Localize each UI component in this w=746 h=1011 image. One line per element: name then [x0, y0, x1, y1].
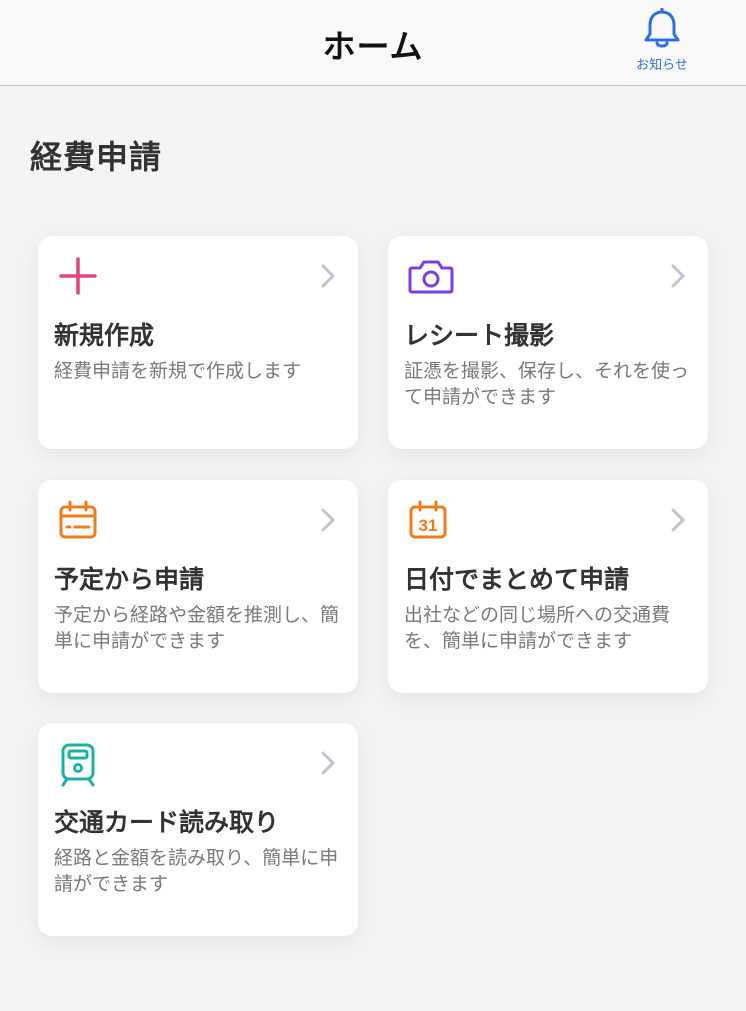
- card-new-expense[interactable]: 新規作成 経費申請を新規で作成します: [38, 236, 358, 449]
- chevron-right-icon: [671, 264, 685, 288]
- app-header: ホーム お知らせ: [0, 0, 746, 86]
- card-transit-card-read[interactable]: 交通カード読み取り 経路と金額を読み取り、簡単に申請ができます: [38, 723, 358, 936]
- bell-icon: [644, 8, 680, 48]
- calendar-icon: [59, 500, 97, 539]
- card-description: 経路と金額を読み取り、簡単に申請ができます: [54, 847, 339, 895]
- card-title: レシート撮影: [404, 321, 555, 350]
- camera-icon: [408, 260, 454, 294]
- calendar-31-text: 31: [419, 516, 438, 535]
- card-from-schedule[interactable]: 予定から申請 予定から経路や金額を推測し、簡単に申請ができます: [38, 480, 358, 693]
- card-batch-by-date[interactable]: 31 日付でまとめて申請 出社などの同じ場所への交通費を、簡単に申請ができます: [388, 480, 708, 693]
- card-title: 予定から申請: [54, 565, 205, 594]
- chevron-right-icon: [321, 751, 335, 775]
- chevron-right-icon: [321, 508, 335, 532]
- section-title: 経費申請: [30, 138, 163, 176]
- card-description: 予定から経路や金額を推測し、簡単に申請ができます: [54, 604, 340, 652]
- card-receipt-photo[interactable]: レシート撮影 証憑を撮影、保存し、それを使って申請ができます: [388, 236, 708, 449]
- card-title: 交通カード読み取り: [54, 808, 280, 837]
- card-description: 証憑を撮影、保存し、それを使って申請ができます: [404, 360, 690, 408]
- card-title: 日付でまとめて申請: [404, 565, 630, 594]
- notifications-label: お知らせ: [636, 58, 688, 73]
- card-title: 新規作成: [54, 321, 155, 350]
- train-icon: [61, 743, 95, 787]
- chevron-right-icon: [671, 508, 685, 532]
- card-description: 出社などの同じ場所への交通費を、簡単に申請ができます: [404, 604, 671, 652]
- calendar-31-icon: 31: [409, 500, 447, 539]
- notifications-button[interactable]: お知らせ: [626, 8, 698, 78]
- plus-icon: [59, 257, 97, 295]
- chevron-right-icon: [321, 264, 335, 288]
- card-description: 経費申請を新規で作成します: [54, 360, 302, 382]
